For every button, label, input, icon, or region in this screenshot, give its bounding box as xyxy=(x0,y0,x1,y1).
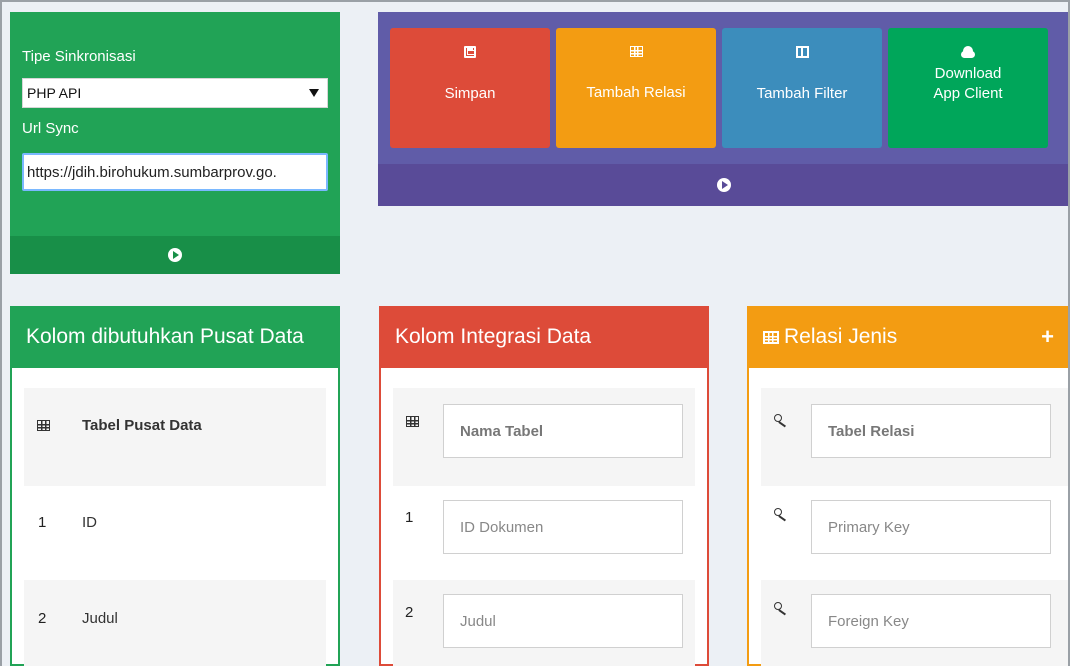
sync-type-value: PHP API xyxy=(27,85,82,101)
save-button-label: Simpan xyxy=(444,85,496,102)
table-icon xyxy=(763,330,779,344)
row-value: Judul xyxy=(82,610,118,627)
primary-key-placeholder: Primary Key xyxy=(828,518,910,536)
pusat-data-panel-title: Kolom dibutuhkan Pusat Data xyxy=(12,306,338,368)
download-label-line2: App Client xyxy=(933,85,1003,103)
primary-key-field[interactable]: Primary Key xyxy=(811,500,1051,554)
sync-settings-box: Tipe Sinkronisasi PHP API Url Sync xyxy=(10,12,340,274)
dropdown-arrow-icon xyxy=(309,89,319,97)
key-icon xyxy=(774,414,788,428)
table-icon xyxy=(629,46,643,57)
title-field[interactable]: Judul xyxy=(443,594,683,648)
row-number: 1 xyxy=(405,509,414,526)
arrow-circle-right-icon xyxy=(717,178,731,192)
table-header-row: Nama Tabel xyxy=(393,388,695,486)
integrasi-data-panel-title: Kolom Integrasi Data xyxy=(381,306,707,368)
foreign-key-placeholder: Foreign Key xyxy=(828,612,909,630)
row-number: 2 xyxy=(38,610,47,627)
sync-footer-link[interactable] xyxy=(10,236,340,274)
table-name-placeholder: Nama Tabel xyxy=(460,422,544,440)
arrow-circle-right-icon xyxy=(168,248,182,262)
relation-row: Primary Key xyxy=(761,486,1070,580)
relasi-jenis-panel: Relasi Jenis + Tabel Relasi Primary Key … xyxy=(747,306,1070,666)
add-filter-button[interactable]: Tambah Filter xyxy=(722,28,882,148)
relasi-jenis-panel-header: Relasi Jenis + xyxy=(749,306,1070,368)
add-filter-label: Tambah Filter xyxy=(756,85,848,102)
action-bar: Simpan Tambah Relasi Tambah Filter Downl… xyxy=(378,12,1070,206)
relasi-jenis-panel-title: Relasi Jenis xyxy=(784,325,898,348)
table-name-field[interactable]: Nama Tabel xyxy=(443,404,683,458)
pusat-data-panel: Kolom dibutuhkan Pusat Data Tabel Pusat … xyxy=(10,306,340,666)
title-placeholder: Judul xyxy=(460,612,496,630)
cloud-download-icon xyxy=(961,46,975,58)
columns-icon xyxy=(795,46,809,58)
row-number: 1 xyxy=(38,514,47,531)
table-row: 2 Judul xyxy=(393,580,695,666)
url-sync-label: Url Sync xyxy=(22,120,79,137)
table-icon xyxy=(406,416,419,427)
relation-row: Foreign Key xyxy=(761,580,1070,666)
save-icon xyxy=(464,46,476,58)
table-row: 2 Judul xyxy=(24,580,326,666)
id-document-field[interactable]: ID Dokumen xyxy=(443,500,683,554)
sync-type-label: Tipe Sinkronisasi xyxy=(22,48,136,65)
sync-type-select[interactable]: PHP API xyxy=(22,78,328,108)
key-icon xyxy=(774,508,788,522)
relation-table-field[interactable]: Tabel Relasi xyxy=(811,404,1051,458)
add-relation-button[interactable]: Tambah Relasi xyxy=(556,28,716,148)
add-relation-label: Tambah Relasi xyxy=(586,84,686,101)
integrasi-data-panel: Kolom Integrasi Data Nama Tabel 1 ID Dok… xyxy=(379,306,709,666)
table-header-row: Tabel Pusat Data xyxy=(24,388,326,486)
save-button[interactable]: Simpan xyxy=(390,28,550,148)
table-icon xyxy=(37,420,50,431)
download-app-client-button[interactable]: Download App Client xyxy=(888,28,1048,148)
id-document-placeholder: ID Dokumen xyxy=(460,518,544,536)
action-footer-link[interactable] xyxy=(378,164,1070,206)
table-header-cell: Tabel Pusat Data xyxy=(82,417,202,434)
row-value: ID xyxy=(82,514,97,531)
key-icon xyxy=(774,602,788,616)
table-row: 1 ID xyxy=(24,486,326,580)
table-row: 1 ID Dokumen xyxy=(393,486,695,580)
foreign-key-field[interactable]: Foreign Key xyxy=(811,594,1051,648)
relation-table-placeholder: Tabel Relasi xyxy=(828,422,915,440)
url-sync-input[interactable] xyxy=(22,153,328,191)
row-number: 2 xyxy=(405,604,414,621)
download-label-line1: Download xyxy=(934,65,1002,82)
add-relation-plus-icon[interactable]: + xyxy=(1041,324,1054,350)
relation-row: Tabel Relasi xyxy=(761,388,1070,486)
